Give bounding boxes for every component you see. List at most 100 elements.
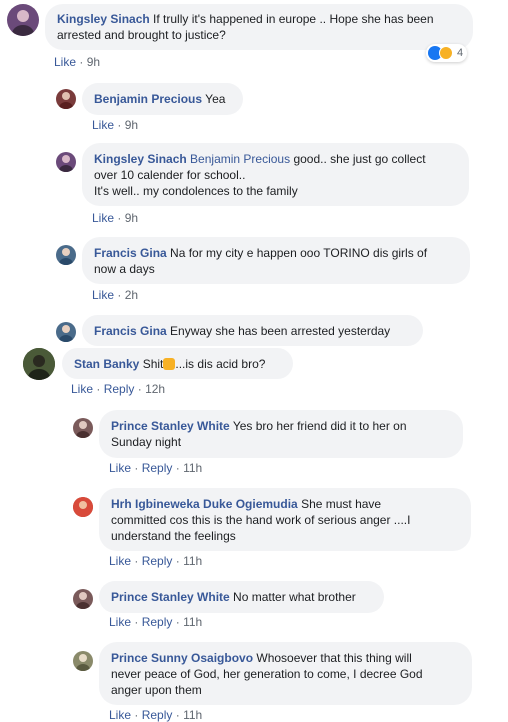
like-link[interactable]: Like (109, 708, 131, 722)
comment-text-line2: Sunday night (111, 435, 182, 449)
comment-actions: Like · 9h (54, 55, 100, 69)
comment-text: Na for my city e happen ooo TORINO dis g… (170, 246, 428, 260)
comment-text-line2: never peace of God, her generation to co… (111, 667, 423, 681)
comment-text: Enyway she has been arrested yesterday (170, 324, 391, 338)
timestamp[interactable]: 11h (183, 461, 202, 475)
comment-text: She must have (301, 497, 382, 511)
reply-link[interactable]: Reply (142, 708, 173, 722)
separator: · (175, 615, 180, 629)
comment-author[interactable]: Stan Banky (74, 357, 139, 371)
comment-text-line2: now a days (94, 262, 155, 276)
comment-author[interactable]: Kingsley Sinach (57, 12, 150, 26)
separator: · (134, 615, 139, 629)
separator: · (175, 708, 180, 722)
timestamp[interactable]: 9h (125, 211, 138, 225)
comment-actions: Like · Reply · 11h (109, 708, 202, 722)
separator: · (175, 461, 180, 475)
comment-text-line2: committed cos this is the hand work of s… (111, 513, 411, 527)
comment-text-line3: anger upon them (111, 683, 202, 697)
like-link[interactable]: Like (92, 118, 114, 132)
like-link[interactable]: Like (109, 615, 131, 629)
separator: · (96, 382, 101, 396)
comment-author[interactable]: Francis Gina (94, 246, 167, 260)
comment-text: If trully it's happened in europe .. Hop… (153, 12, 434, 26)
avatar[interactable] (23, 348, 55, 380)
like-link[interactable]: Like (71, 382, 93, 396)
comment-actions: Like · 2h (92, 288, 138, 302)
separator: · (175, 554, 180, 568)
avatar[interactable] (73, 589, 93, 609)
comment-author[interactable]: Prince Stanley White (111, 419, 230, 433)
comment-text-line3: It's well.. my condolences to the family (94, 184, 298, 198)
avatar[interactable] (7, 4, 39, 36)
comment-bubble: Benjamin Precious Yea (82, 83, 243, 115)
comment-bubble: Hrh Igbineweka Duke Ogiemudia She must h… (99, 488, 471, 551)
reply-link[interactable]: Reply (142, 554, 173, 568)
comment-author[interactable]: Prince Stanley White (111, 590, 230, 604)
avatar[interactable] (73, 651, 93, 671)
comment-author[interactable]: Hrh Igbineweka Duke Ogiemudia (111, 497, 298, 511)
comment-author[interactable]: Prince Sunny Osaigbovo (111, 651, 253, 665)
separator: · (134, 461, 139, 475)
reply-link[interactable]: Reply (142, 615, 173, 629)
comment-text: Whosoever that this thing will (256, 651, 412, 665)
comment-text-rest: ...is dis acid bro? (175, 357, 266, 371)
comment-bubble: Kingsley Sinach Benjamin Precious good..… (82, 143, 469, 206)
comment-bubble: Prince Sunny Osaigbovo Whosoever that th… (99, 642, 472, 705)
reaction-summary[interactable]: 4 (426, 44, 468, 62)
thumbs-down-emoji-icon (163, 358, 176, 370)
separator: · (117, 211, 122, 225)
comment-actions: Like · 9h (92, 211, 138, 225)
mention-link[interactable]: Benjamin Precious (190, 152, 290, 166)
comment-bubble: Francis Gina Enyway she has been arreste… (82, 315, 423, 346)
reply-link[interactable]: Reply (104, 382, 135, 396)
timestamp[interactable]: 9h (87, 55, 100, 69)
comment-author[interactable]: Benjamin Precious (94, 92, 202, 106)
comment-text: Yea (205, 92, 226, 106)
separator: · (117, 118, 122, 132)
timestamp[interactable]: 9h (125, 118, 138, 132)
comment-actions: Like · Reply · 12h (71, 382, 165, 396)
separator: · (134, 554, 139, 568)
comment-actions: Like · Reply · 11h (109, 461, 202, 475)
separator: · (134, 708, 139, 722)
like-link[interactable]: Like (92, 211, 114, 225)
comment-actions: Like · 9h (92, 118, 138, 132)
comment-bubble: Francis Gina Na for my city e happen ooo… (82, 237, 470, 284)
comment-actions: Like · Reply · 11h (109, 554, 202, 568)
comment-text: No matter what brother (233, 590, 356, 604)
avatar[interactable] (73, 418, 93, 438)
comment-bubble: Prince Stanley White No matter what brot… (99, 581, 384, 613)
comment-text-line2: over 10 calender for school.. (94, 168, 246, 182)
comment-text: good.. she just go collect (293, 152, 426, 166)
avatar[interactable] (73, 497, 93, 517)
haha-reaction-icon (439, 46, 453, 60)
reaction-count: 4 (457, 47, 464, 59)
comment-actions: Like · Reply · 11h (109, 615, 202, 629)
reply-link[interactable]: Reply (142, 461, 173, 475)
separator: · (137, 382, 142, 396)
timestamp[interactable]: 11h (183, 708, 202, 722)
timestamp[interactable]: 11h (183, 554, 202, 568)
like-link[interactable]: Like (109, 554, 131, 568)
comment-text-line2: arrested and brought to justice? (57, 28, 226, 42)
like-link[interactable]: Like (92, 288, 114, 302)
comment-text-line3: understand the feelings (111, 529, 236, 543)
avatar[interactable] (56, 245, 76, 265)
avatar[interactable] (56, 322, 76, 342)
comment-bubble: Prince Stanley White Yes bro her friend … (99, 410, 463, 458)
comment-text: Shit (142, 357, 164, 371)
separator: · (79, 55, 84, 69)
avatar[interactable] (56, 89, 76, 109)
comment-bubble: Stan Banky Shit ...is dis acid bro? (62, 348, 293, 379)
comment-author[interactable]: Kingsley Sinach (94, 152, 187, 166)
timestamp[interactable]: 12h (145, 382, 165, 396)
like-link[interactable]: Like (109, 461, 131, 475)
comment-author[interactable]: Francis Gina (94, 324, 167, 338)
comment-text: Yes bro her friend did it to her on (232, 419, 407, 433)
separator: · (117, 288, 122, 302)
like-link[interactable]: Like (54, 55, 76, 69)
timestamp[interactable]: 2h (125, 288, 138, 302)
timestamp[interactable]: 11h (183, 615, 202, 629)
avatar[interactable] (56, 152, 76, 172)
